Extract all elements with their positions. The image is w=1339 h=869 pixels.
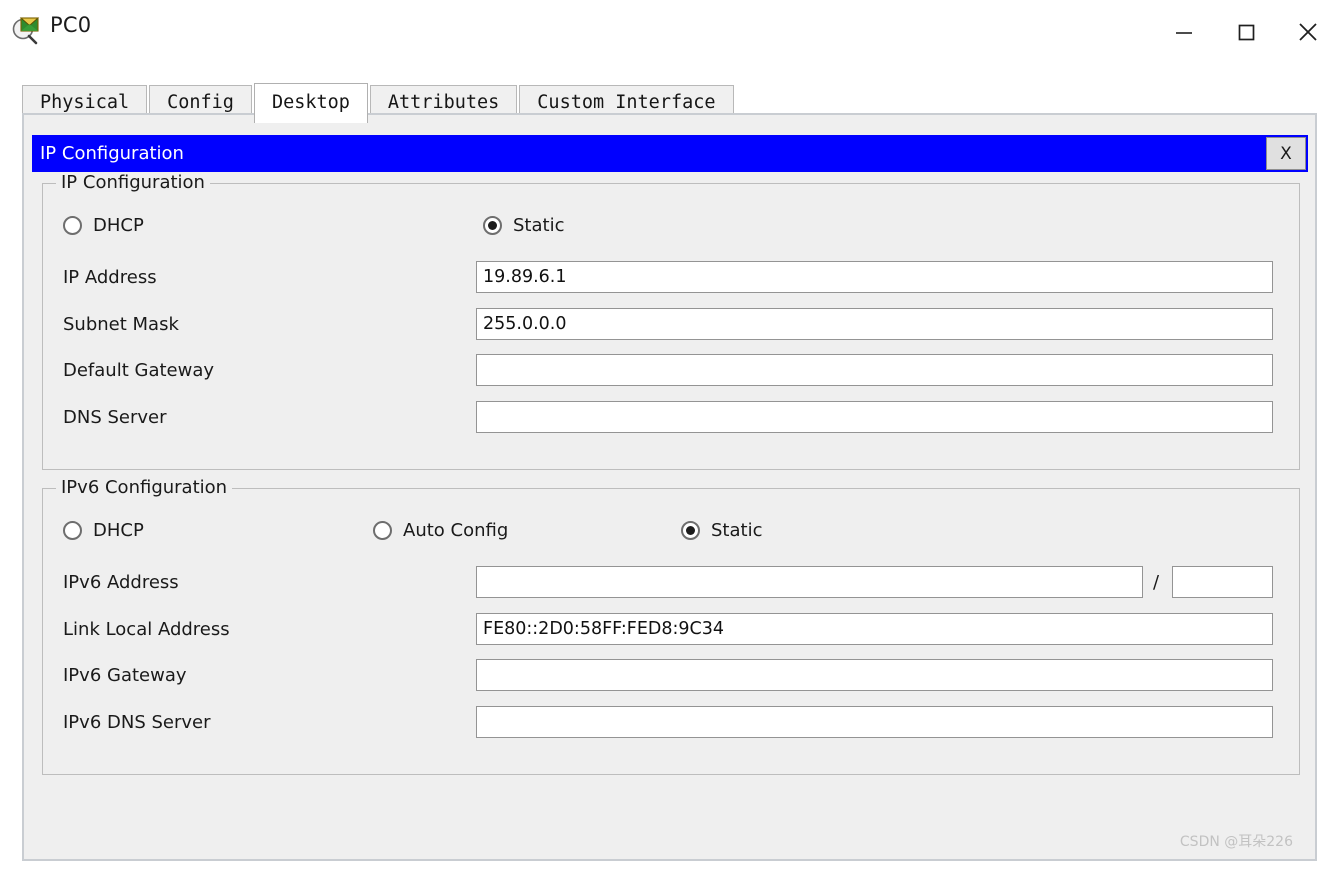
tab-strip: Physical Config Desktop Attributes Custo…	[0, 64, 1339, 124]
ipv4-configuration-group: IP Configuration DHCP Static IP Address …	[42, 172, 1300, 470]
ip-address-label: IP Address	[63, 267, 157, 288]
dns-server-label: DNS Server	[63, 407, 167, 428]
ipv6-static-label: Static	[711, 520, 763, 541]
dialog-titlebar: IP Configuration X	[32, 135, 1308, 172]
window-controls	[1153, 0, 1339, 64]
ipv4-static-radio[interactable]: Static	[483, 215, 564, 236]
ipv6-configuration-group: IPv6 Configuration DHCP Auto Config Stat…	[42, 477, 1300, 775]
close-icon	[1299, 23, 1317, 41]
ipv6-address-input[interactable]	[476, 566, 1143, 598]
ipv4-static-label: Static	[513, 215, 565, 236]
minimize-icon	[1176, 32, 1192, 34]
ipv6-auto-config-radio[interactable]: Auto Config	[373, 520, 508, 541]
radio-unchecked-icon	[63, 521, 82, 540]
ip-address-input[interactable]: 19.89.6.1	[476, 261, 1273, 293]
ipv6-static-radio[interactable]: Static	[681, 520, 762, 541]
dialog-title: IP Configuration	[40, 143, 184, 164]
link-local-address-label: Link Local Address	[63, 619, 230, 640]
ipv4-dhcp-radio[interactable]: DHCP	[63, 215, 144, 236]
ipv6-auto-config-label: Auto Config	[403, 520, 509, 541]
ipv6-address-label: IPv6 Address	[63, 572, 179, 593]
watermark-text: CSDN @耳朵226	[1179, 834, 1293, 850]
ip-configuration-dialog: IP Configuration X IP Configuration DHCP…	[32, 135, 1308, 847]
close-button[interactable]	[1277, 0, 1339, 64]
ipv6-gateway-label: IPv6 Gateway	[63, 665, 187, 686]
default-gateway-input[interactable]	[476, 354, 1273, 386]
ipv6-dhcp-label: DHCP	[93, 520, 144, 541]
tab-desktop[interactable]: Desktop	[253, 83, 368, 124]
ipv6-dns-server-input[interactable]	[476, 706, 1273, 738]
ipv4-group-legend: IP Configuration	[56, 172, 210, 193]
radio-unchecked-icon	[63, 216, 82, 235]
ipv6-gateway-input[interactable]	[476, 659, 1273, 691]
inspect-magnifier-icon	[10, 13, 44, 47]
radio-checked-icon	[681, 521, 700, 540]
window-title: PC0	[50, 13, 92, 37]
minimize-button[interactable]	[1153, 0, 1215, 64]
default-gateway-label: Default Gateway	[63, 360, 215, 381]
dns-server-input[interactable]	[476, 401, 1273, 433]
ipv4-dhcp-label: DHCP	[93, 215, 144, 236]
maximize-icon	[1238, 24, 1255, 41]
subnet-mask-label: Subnet Mask	[63, 314, 179, 335]
ipv6-dns-server-label: IPv6 DNS Server	[63, 712, 211, 733]
ipv6-prefix-length-input[interactable]	[1172, 566, 1273, 598]
radio-checked-icon	[483, 216, 502, 235]
ipv6-dhcp-radio[interactable]: DHCP	[63, 520, 144, 541]
radio-unchecked-icon	[373, 521, 392, 540]
desktop-content-panel: IP Configuration X IP Configuration DHCP…	[22, 113, 1317, 861]
maximize-button[interactable]	[1215, 0, 1277, 64]
ipv6-group-legend: IPv6 Configuration	[56, 477, 233, 498]
dialog-close-button[interactable]: X	[1266, 137, 1306, 170]
subnet-mask-input[interactable]: 255.0.0.0	[476, 308, 1273, 340]
link-local-address-input[interactable]: FE80::2D0:58FF:FED8:9C34	[476, 613, 1273, 645]
window-titlebar: PC0	[0, 0, 1339, 64]
ipv6-prefix-separator: /	[1153, 572, 1160, 593]
